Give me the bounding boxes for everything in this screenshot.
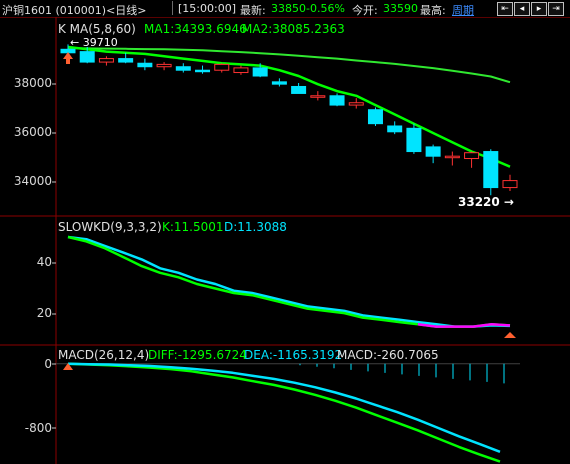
kline-indicator-label: K MA(5,8,60) [58, 22, 136, 36]
ma-short-line [67, 45, 511, 168]
candle-body [367, 109, 383, 125]
candle-body [252, 67, 268, 77]
candle-body [444, 155, 460, 159]
candle-body [118, 58, 134, 63]
candle-body [406, 127, 422, 153]
ma2-label: MA2:38085.2363 [242, 22, 345, 36]
candle-body [291, 85, 307, 94]
candle-body [483, 151, 499, 189]
candle-body [214, 63, 230, 71]
y-tick-38000: 38000 [13, 76, 52, 90]
macd-y-tick-0: 0 [44, 357, 52, 371]
candle-body [502, 180, 518, 189]
candle-body [464, 152, 480, 160]
candle-body [137, 62, 153, 68]
macd-dea-label: DEA:-1165.3192 [244, 348, 343, 362]
candle-body [195, 69, 211, 73]
y-tick-34000: 34000 [13, 174, 52, 188]
high-price-marker: ← 39710 [70, 36, 118, 49]
macd-indicator-label: MACD(26,12,4) [58, 348, 150, 362]
candle-body [79, 51, 95, 63]
kd-y-tick-40: 40 [36, 255, 52, 269]
candle-body [98, 58, 114, 63]
candle-body [175, 66, 191, 71]
kd-d-line [67, 235, 511, 328]
candle-body [233, 67, 249, 74]
candle-body [348, 102, 364, 106]
macd-diff-label: DIFF:-1295.6724 [148, 348, 247, 362]
candle-body [329, 95, 345, 106]
ma1-label: MA1:34393.6946 [144, 22, 247, 36]
slowkd-indicator-label: SLOWKD(9,3,3,2) [58, 220, 162, 234]
kd-k-line [67, 235, 511, 328]
macd-y-tick-minus800: -800 [24, 421, 52, 435]
slowkd-d-label: D:11.3088 [224, 220, 287, 234]
candle-body [387, 125, 403, 133]
candle-body [271, 81, 287, 85]
macd-value-label: MACD:-260.7065 [337, 348, 439, 362]
slowkd-k-label: K:11.5001 [162, 220, 224, 234]
kd-end-arrow-icon [504, 332, 516, 338]
candle-body [425, 146, 441, 157]
macd-diff-line [67, 362, 501, 463]
kd-y-tick-20: 20 [36, 306, 52, 320]
low-price-marker: 33220 → [458, 195, 514, 209]
start-arrow-stem [66, 58, 70, 64]
y-tick-36000: 36000 [13, 125, 52, 139]
candle-body [156, 63, 172, 68]
candle-body [310, 95, 326, 98]
